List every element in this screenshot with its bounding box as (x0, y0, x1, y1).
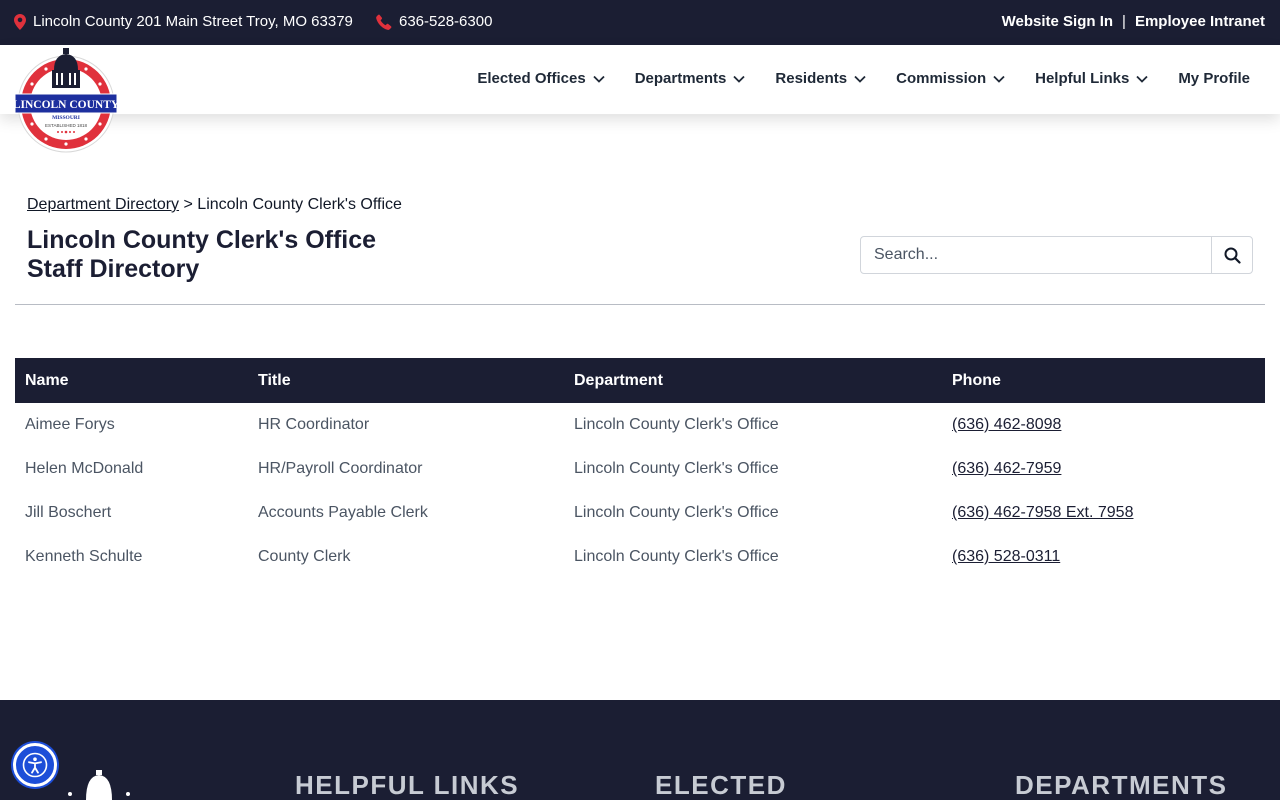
cell-phone: (636) 462-7959 (942, 447, 1265, 491)
cell-name: Jill Boschert (25, 504, 112, 521)
table-row: Kenneth Schulte County Clerk Lincoln Cou… (15, 535, 1265, 579)
logo-established: ESTABLISHED 1818 (45, 123, 87, 128)
address-block: Lincoln County 201 Main Street Troy, MO … (14, 13, 353, 30)
primary-nav: Elected Offices Departments Residents Co… (447, 70, 1250, 87)
cell-department: Lincoln County Clerk's Office (574, 460, 779, 477)
phone-link[interactable]: (636) 462-7959 (952, 460, 1061, 477)
county-logo[interactable]: LINCOLN COUNTY MISSOURI ESTABLISHED 1818 (14, 46, 118, 154)
nav-residents[interactable]: Residents (775, 70, 866, 87)
address-text: Lincoln County 201 Main Street Troy, MO … (33, 13, 353, 30)
phone-link[interactable]: (636) 528-0311 (952, 548, 1060, 565)
nav-departments[interactable]: Departments (635, 70, 746, 87)
chevron-down-icon (1136, 75, 1148, 83)
staff-directory-table: Name Title Department Phone Aimee Forys … (15, 358, 1265, 579)
search-button[interactable] (1211, 237, 1252, 273)
nav-label: Helpful Links (1035, 70, 1130, 87)
chevron-down-icon (993, 75, 1005, 83)
search-icon (1224, 247, 1241, 264)
logo-state: MISSOURI (52, 115, 80, 121)
phone-icon (376, 14, 392, 30)
footer-logo (68, 770, 130, 800)
staff-search (860, 236, 1253, 274)
cell-department: Lincoln County Clerk's Office (574, 504, 779, 521)
logo-county-name: LINCOLN COUNTY (14, 99, 118, 111)
table-row: Jill Boschert Accounts Payable Clerk Lin… (15, 491, 1265, 535)
website-sign-in-link[interactable]: Website Sign In (1002, 13, 1113, 30)
page-title: Lincoln County Clerk's Office Staff Dire… (27, 226, 376, 284)
header-department: Department (574, 371, 663, 389)
map-pin-icon (14, 13, 26, 30)
cell-name: Kenneth Schulte (25, 548, 143, 565)
section-divider (15, 304, 1265, 305)
cell-name: Helen McDonald (25, 460, 144, 477)
cell-name: Aimee Forys (25, 416, 115, 433)
footer-departments-heading: DEPARTMENTS (1015, 770, 1228, 800)
breadcrumb-current: Lincoln County Clerk's Office (197, 196, 402, 213)
breadcrumb-department-directory[interactable]: Department Directory (27, 196, 179, 213)
nav-label: Residents (775, 70, 848, 87)
breadcrumb-separator: > (183, 196, 193, 213)
chevron-down-icon (854, 75, 866, 83)
account-links: Website Sign In | Employee Intranet (1002, 13, 1265, 30)
cell-phone: (636) 462-8098 (942, 403, 1265, 447)
phone-link[interactable]: (636) 462-7958 Ext. 7958 (952, 504, 1133, 521)
site-footer: HELPFUL LINKS ELECTED DEPARTMENTS (0, 700, 1280, 800)
table-header-row: Name Title Department Phone (15, 358, 1265, 403)
nav-label: Departments (634, 70, 727, 87)
breadcrumb: Department Directory > Lincoln County Cl… (27, 196, 402, 214)
employee-intranet-link[interactable]: Employee Intranet (1135, 13, 1265, 30)
nav-elected-offices[interactable]: Elected Offices (477, 70, 605, 87)
phone-link[interactable]: (636) 462-8098 (952, 416, 1061, 433)
footer-elected-heading: ELECTED (655, 770, 787, 800)
table-row: Helen McDonald HR/Payroll Coordinator Li… (15, 447, 1265, 491)
footer-helpful-links-heading: HELPFUL LINKS (295, 770, 520, 800)
nav-helpful-links[interactable]: Helpful Links (1035, 70, 1148, 87)
accessibility-icon (22, 752, 48, 778)
nav-label: Commission (896, 70, 987, 87)
phone-text[interactable]: 636-528-6300 (399, 13, 492, 30)
header-phone: Phone (952, 371, 1001, 389)
cell-title: County Clerk (258, 548, 351, 565)
nav-label: My Profile (1178, 70, 1250, 87)
page-title-line2: Staff Directory (27, 255, 200, 283)
header-name: Name (25, 371, 69, 389)
chevron-down-icon (733, 75, 746, 83)
header-title: Title (258, 371, 291, 389)
nav-commission[interactable]: Commission (896, 70, 1005, 87)
search-input[interactable] (861, 237, 1211, 273)
table-row: Aimee Forys HR Coordinator Lincoln Count… (15, 403, 1265, 447)
cell-department: Lincoln County Clerk's Office (574, 548, 779, 565)
cell-title: HR/Payroll Coordinator (258, 460, 423, 477)
link-separator: | (1122, 13, 1126, 30)
cell-title: Accounts Payable Clerk (258, 504, 428, 521)
cell-department: Lincoln County Clerk's Office (574, 416, 779, 433)
accessibility-button[interactable] (13, 743, 57, 787)
nav-label: Elected Offices (477, 70, 586, 87)
cell-phone: (636) 528-0311 (942, 535, 1265, 579)
nav-my-profile[interactable]: My Profile (1178, 70, 1250, 87)
cell-phone: (636) 462-7958 Ext. 7958 (942, 491, 1265, 535)
phone-block[interactable]: 636-528-6300 (376, 13, 492, 30)
chevron-down-icon (593, 75, 605, 83)
top-bar: Lincoln County 201 Main Street Troy, MO … (0, 0, 1280, 45)
page-title-line1: Lincoln County Clerk's Office (27, 226, 377, 254)
cell-title: HR Coordinator (258, 416, 370, 433)
